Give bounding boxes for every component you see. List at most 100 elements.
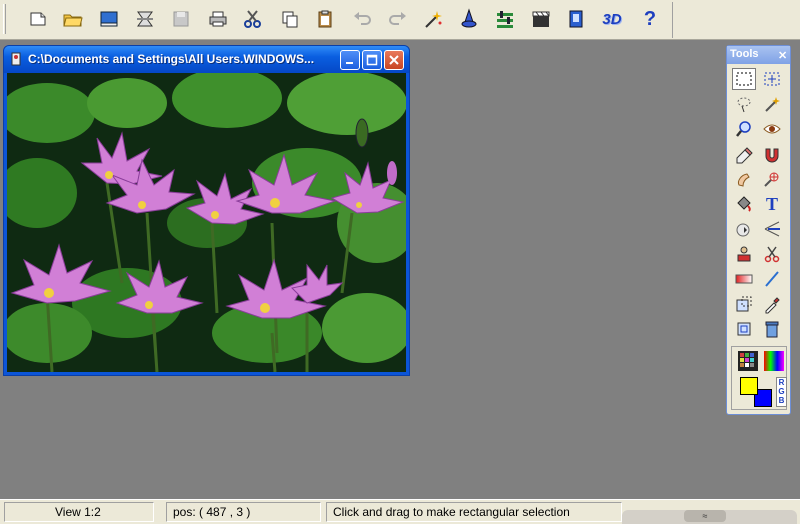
stamp-tool[interactable] [732, 243, 756, 265]
gradient-tool[interactable] [732, 268, 756, 290]
airbrush-tool[interactable] [732, 218, 756, 240]
scan-button[interactable] [132, 6, 158, 32]
magic-wand-select-tool[interactable] [760, 93, 784, 115]
eyedropper-icon [765, 297, 780, 314]
color-selector: RGB [731, 346, 787, 410]
status-view-zoom: View 1:2 [4, 502, 154, 522]
lasso-tool[interactable] [732, 93, 756, 115]
eyedropper-tool[interactable] [760, 293, 784, 315]
image-window-titlebar[interactable]: C:\Documents and Settings\All Users.WIND… [4, 46, 409, 73]
clipboard-icon [318, 10, 332, 28]
maximize-icon [366, 54, 378, 66]
help-icon: ? [643, 7, 657, 30]
pencil-line-tool[interactable] [760, 268, 784, 290]
magic-wand-select-icon [765, 97, 780, 112]
image-canvas[interactable] [7, 73, 406, 372]
magnet-tool[interactable] [760, 143, 784, 165]
wizard-button[interactable] [456, 6, 482, 32]
album-icon [569, 10, 583, 28]
cutout-tool[interactable] [760, 243, 784, 265]
redo-icon [389, 12, 406, 25]
rect-select-tool[interactable] [732, 68, 756, 90]
wizard-icon [461, 8, 477, 28]
toolbar-grip[interactable] [3, 4, 6, 34]
scroll-handle[interactable]: ≈ [684, 510, 726, 522]
tools-palette-title: Tools [730, 48, 759, 60]
help-button[interactable]: ? [637, 6, 663, 32]
open-folder-icon [63, 14, 83, 27]
rgb-button[interactable]: RGB [776, 377, 787, 407]
minimize-icon [346, 62, 353, 64]
image-window-title: C:\Documents and Settings\All Users.WIND… [28, 52, 315, 66]
close-button[interactable] [384, 50, 404, 70]
status-scroll-tray: ≈ [622, 510, 797, 524]
new-file-button[interactable] [25, 6, 51, 32]
toolbar-divider [672, 2, 673, 38]
water-lily-photo [7, 73, 406, 372]
zoom-icon [736, 121, 751, 137]
album-button[interactable] [563, 6, 589, 32]
eye-icon [763, 124, 781, 134]
smudge-tool[interactable] [732, 168, 756, 190]
crop-tool[interactable] [732, 318, 756, 340]
line-tool[interactable] [760, 218, 784, 240]
browse-button[interactable] [96, 6, 122, 32]
save-button[interactable] [168, 6, 194, 32]
paste-button[interactable] [312, 6, 338, 32]
save-icon [173, 11, 189, 27]
scissors-tool-icon [764, 246, 780, 263]
animation-button[interactable] [528, 6, 554, 32]
effects-button[interactable] [420, 6, 446, 32]
text-icon: T [765, 193, 778, 214]
clone-tool[interactable] [760, 168, 784, 190]
lasso-icon [737, 97, 751, 113]
book-icon [100, 11, 118, 27]
copy-icon [282, 11, 298, 28]
3d-button[interactable]: 3D [597, 6, 627, 32]
eraser-icon [736, 147, 753, 164]
trash-icon [765, 321, 779, 338]
magnet-icon [765, 148, 779, 163]
eraser-tool[interactable] [732, 143, 756, 165]
crop-icon [737, 322, 751, 336]
spectrum-icon [764, 351, 784, 371]
gradient-icon [735, 274, 753, 284]
status-hint: Click and drag to make rectangular selec… [326, 502, 622, 522]
status-bar: View 1:2 pos: ( 487 , 3 ) Click and drag… [0, 499, 800, 524]
stamp-icon [737, 246, 751, 262]
line-icon [764, 221, 780, 237]
cut-button[interactable] [240, 6, 266, 32]
adjust-button[interactable] [492, 6, 518, 32]
tools-palette-titlebar[interactable]: Tools ✕ [727, 46, 790, 64]
rect-select-icon [736, 72, 752, 86]
delete-tool[interactable] [760, 318, 784, 340]
3d-icon: 3D [602, 10, 622, 28]
move-selection-tool[interactable] [760, 68, 784, 90]
open-button[interactable] [60, 6, 86, 32]
paint-bucket-tool[interactable] [732, 193, 756, 215]
printer-icon [209, 11, 227, 27]
tools-palette: Tools ✕ T RGB [726, 45, 791, 415]
text-tool[interactable]: T [760, 193, 784, 215]
copy-button[interactable] [277, 6, 303, 32]
print-button[interactable] [205, 6, 231, 32]
pencil-line-icon [765, 271, 779, 287]
move-selection-icon [764, 72, 780, 86]
transform-tool[interactable] [732, 293, 756, 315]
zoom-tool[interactable] [732, 118, 756, 140]
foreground-color-swatch[interactable] [740, 377, 758, 395]
scissors-icon [244, 10, 261, 28]
film-clapper-icon [532, 11, 550, 27]
maximize-button[interactable] [362, 50, 382, 70]
red-eye-tool[interactable] [760, 118, 784, 140]
palette-grid-icon [738, 351, 758, 371]
airbrush-icon [736, 223, 750, 237]
image-window[interactable]: C:\Documents and Settings\All Users.WIND… [3, 45, 410, 376]
undo-button[interactable] [349, 6, 375, 32]
redo-button[interactable] [385, 6, 411, 32]
close-icon [389, 55, 399, 65]
sliders-icon [497, 11, 513, 28]
tools-close-button[interactable]: ✕ [775, 49, 787, 62]
scanner-icon [137, 11, 153, 27]
minimize-button[interactable] [340, 50, 360, 70]
